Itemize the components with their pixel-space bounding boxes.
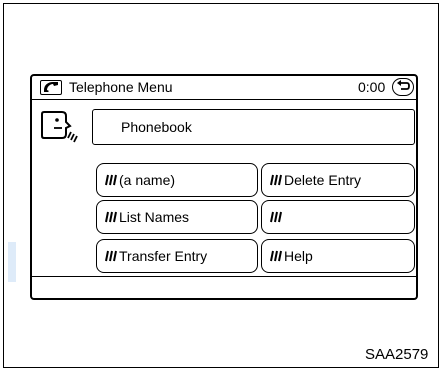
voice-command-icon — [105, 174, 117, 186]
menu-item-help[interactable]: Help — [261, 239, 415, 273]
menu-item-a-name[interactable]: (a name) — [96, 163, 258, 197]
phone-handset-icon — [40, 80, 62, 95]
title-bar: Telephone Menu 0:00 — [32, 76, 416, 100]
menu-item-blank[interactable] — [261, 200, 415, 234]
call-timer: 0:00 — [358, 79, 386, 95]
voice-command-icon — [270, 211, 282, 223]
menu-item-transfer-entry[interactable]: Transfer Entry — [96, 239, 258, 273]
figure-code: SAA2579 — [365, 346, 429, 363]
menu-item-list-names[interactable]: List Names — [96, 200, 258, 234]
menu-item-label: Transfer Entry — [119, 248, 208, 264]
voice-command-icon — [270, 174, 282, 186]
status-divider — [32, 276, 416, 277]
menu-item-label: Delete Entry — [284, 172, 362, 188]
phonebook-label: Phonebook — [121, 119, 192, 135]
menu-item-label: (a name) — [119, 172, 176, 188]
phonebook-field[interactable]: Phonebook — [92, 109, 415, 145]
voice-command-icon — [270, 250, 282, 262]
voice-recognition-icon — [41, 111, 78, 143]
menu-item-label: Help — [284, 248, 313, 264]
voice-command-icon — [105, 211, 117, 223]
voice-command-icon — [105, 250, 117, 262]
telephone-menu-screen: Telephone Menu 0:00 Phonebook (a name) D… — [30, 74, 418, 300]
back-arrow-icon[interactable] — [392, 78, 414, 96]
menu-item-delete-entry[interactable]: Delete Entry — [261, 163, 415, 197]
menu-title: Telephone Menu — [69, 79, 173, 95]
menu-item-label: List Names — [119, 209, 190, 225]
